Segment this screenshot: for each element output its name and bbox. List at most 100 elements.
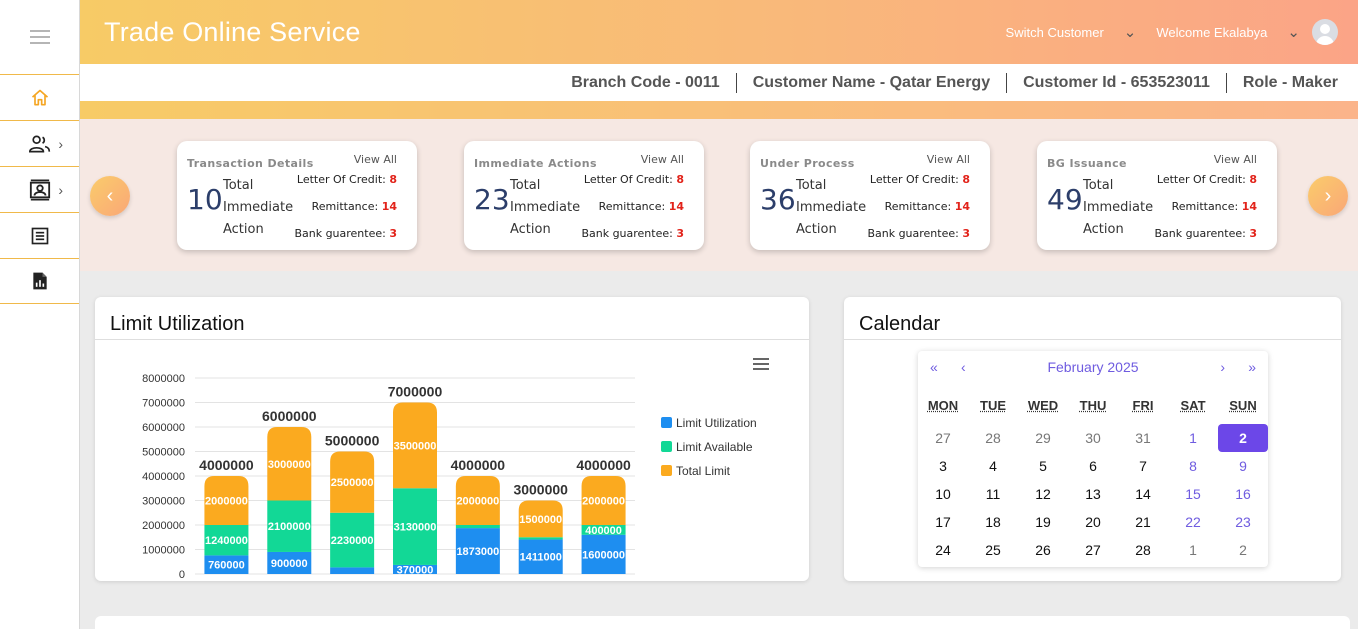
view-all-link[interactable]: View All: [641, 153, 684, 166]
data-label: 2230000: [331, 535, 374, 547]
chevron-down-icon[interactable]: ⌄: [1124, 23, 1137, 41]
calendar-day-selected[interactable]: 2: [1218, 424, 1268, 452]
data-label: 400000: [585, 525, 622, 537]
calendar-day[interactable]: 18: [968, 508, 1018, 536]
welcome-user-label[interactable]: Welcome Ekalabya: [1156, 25, 1267, 40]
view-all-link[interactable]: View All: [1214, 153, 1257, 166]
calendar-day[interactable]: 3: [918, 452, 968, 480]
weekday-header: THU: [1079, 398, 1107, 413]
sidebar-item-documents[interactable]: [0, 212, 79, 258]
chevron-right-icon: ›: [58, 181, 63, 198]
data-label: 900000: [271, 558, 308, 570]
calendar-day[interactable]: 26: [1018, 536, 1068, 564]
calendar-day[interactable]: 31: [1118, 424, 1168, 452]
calendar-day[interactable]: 16: [1218, 480, 1268, 508]
calendar-day[interactable]: 15: [1168, 480, 1218, 508]
calendar-day[interactable]: 29: [1018, 424, 1068, 452]
data-label: 2100000: [268, 521, 311, 533]
card-count-label: Total Immediate Action: [1083, 178, 1154, 237]
calendar-day[interactable]: 21: [1118, 508, 1168, 536]
calendar-day[interactable]: 28: [1118, 536, 1168, 564]
calendar-day[interactable]: 1: [1168, 424, 1218, 452]
legend-label: Total Limit: [676, 464, 731, 478]
carousel-prev-button[interactable]: ‹: [90, 176, 130, 216]
prev-year-button[interactable]: «: [930, 359, 938, 375]
calendar-day[interactable]: 5: [1018, 452, 1068, 480]
stat-bank-guarantee: Bank guarentee: 3: [294, 227, 397, 240]
stat-bank-guarantee: Bank guarentee: 3: [581, 227, 684, 240]
calendar-day[interactable]: 19: [1018, 508, 1068, 536]
calendar-day[interactable]: 27: [1068, 536, 1118, 564]
stat-remittance: Remittance: 14: [884, 200, 970, 213]
app-title: Trade Online Service: [104, 16, 361, 47]
switch-customer-label[interactable]: Switch Customer: [1006, 25, 1104, 40]
view-all-link[interactable]: View All: [927, 153, 970, 166]
branch-code: Branch Code - 0011: [571, 73, 720, 91]
calendar-day[interactable]: 11: [968, 480, 1018, 508]
stat-letter-of-credit: Letter Of Credit: 8: [583, 173, 684, 186]
bar-segment-limit-utilization: [330, 567, 375, 574]
weekday-header: WED: [1027, 398, 1059, 413]
y-tick-label: 1000000: [142, 545, 185, 557]
stat-bank-guarantee: Bank guarentee: 3: [1154, 227, 1257, 240]
view-all-link[interactable]: View All: [354, 153, 397, 166]
calendar-day[interactable]: 30: [1068, 424, 1118, 452]
bottom-panel: [95, 616, 1350, 629]
sidebar-item-users[interactable]: ›: [0, 120, 79, 166]
card-title: BG Issuance: [1047, 157, 1127, 170]
limit-utilization-panel: Limit Utilization 0 1000000 2000000 3000000…: [95, 297, 809, 581]
calendar-day[interactable]: 10: [918, 480, 968, 508]
data-label: 2500000: [331, 477, 374, 489]
calendar-day[interactable]: 25: [968, 536, 1018, 564]
calendar-month-label[interactable]: February 2025: [918, 359, 1268, 375]
sidebar-item-home[interactable]: [0, 74, 79, 120]
calendar-day[interactable]: 2: [1218, 536, 1268, 564]
total-label: 4000000: [199, 457, 254, 473]
customer-id: Customer Id - 653523011: [1006, 72, 1226, 93]
calendar-day[interactable]: 24: [918, 536, 968, 564]
calendar-day[interactable]: 7: [1118, 452, 1168, 480]
sidebar-item-reports[interactable]: [0, 258, 79, 304]
prev-month-button[interactable]: ‹: [961, 359, 966, 375]
calendar-day[interactable]: 27: [918, 424, 968, 452]
calendar-day[interactable]: 12: [1018, 480, 1068, 508]
calendar-panel: Calendar February 2025 « ‹ › » MON TUE WED…: [844, 297, 1341, 581]
calendar-day[interactable]: 23: [1218, 508, 1268, 536]
carousel-next-button[interactable]: ›: [1308, 176, 1348, 216]
bar-segment-limit-available: [455, 525, 500, 529]
calendar-day[interactable]: 14: [1118, 480, 1168, 508]
sidebar-item-customer[interactable]: ›: [0, 166, 79, 212]
bar-segment-limit-available: [518, 537, 563, 540]
calendar-day[interactable]: 9: [1218, 452, 1268, 480]
panel-title: Calendar: [859, 313, 941, 335]
calendar-day[interactable]: 6: [1068, 452, 1118, 480]
legend-swatch: [661, 417, 672, 428]
calendar-day[interactable]: 4: [968, 452, 1018, 480]
chevron-down-icon[interactable]: ⌄: [1287, 23, 1300, 41]
card-count: 10: [187, 183, 223, 216]
calendar-day[interactable]: 1: [1168, 536, 1218, 564]
calendar-day[interactable]: 17: [918, 508, 968, 536]
next-year-button[interactable]: »: [1248, 359, 1256, 375]
menu-toggle-button[interactable]: [0, 0, 79, 74]
legend-label: Limit Available: [676, 440, 753, 454]
weekday-header: MON: [927, 398, 959, 413]
card-count-label: Total Immediate Action: [223, 178, 294, 237]
header-accent-strip: [80, 101, 1358, 119]
data-label: 1600000: [582, 549, 625, 561]
next-month-button[interactable]: ›: [1220, 359, 1225, 375]
calendar-day[interactable]: 22: [1168, 508, 1218, 536]
legend-swatch: [661, 441, 672, 452]
sidebar: › ›: [0, 0, 80, 629]
legend-swatch: [661, 465, 672, 476]
avatar[interactable]: [1312, 19, 1338, 45]
card-title: Transaction Details: [187, 157, 314, 170]
calendar-day[interactable]: 13: [1068, 480, 1118, 508]
calendar-day[interactable]: 28: [968, 424, 1018, 452]
calendar-day[interactable]: 20: [1068, 508, 1118, 536]
card-count: 23: [474, 183, 510, 216]
customer-name: Customer Name - Qatar Energy: [735, 72, 1006, 93]
top-header: Trade Online Service Switch Customer ⌄ W…: [80, 0, 1358, 64]
calendar-day[interactable]: 8: [1168, 452, 1218, 480]
data-label: 2000000: [456, 496, 499, 508]
